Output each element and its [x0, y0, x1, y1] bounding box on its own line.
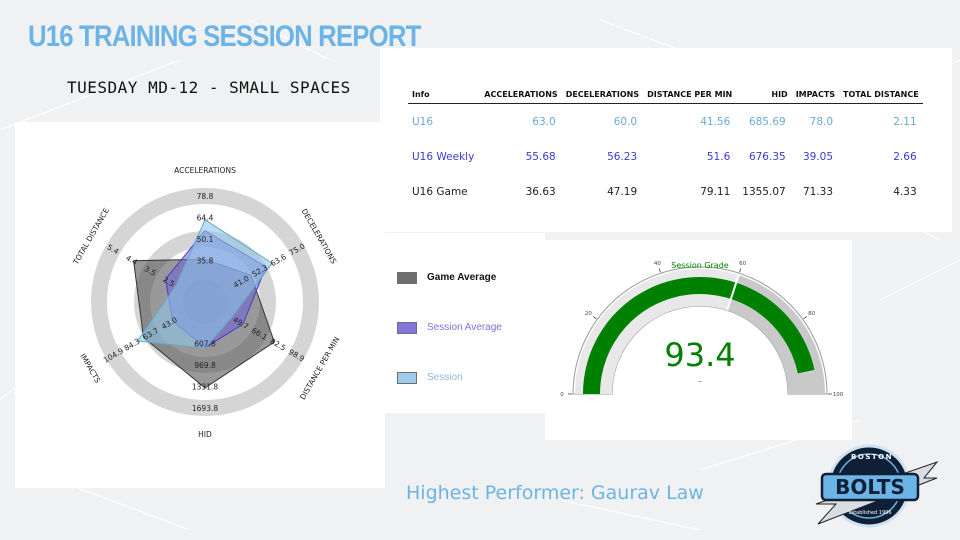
table-cell: 56.23: [607, 150, 638, 163]
gauge-delta-label: -: [698, 374, 702, 388]
table-cell: 41.56: [700, 115, 731, 128]
column-header-total-distance: TOTAL DISTANCE: [839, 90, 923, 104]
page-subtitle: TUESDAY MD-12 - SMALL SPACES: [67, 78, 351, 97]
column-header-decelerations: DECELERATIONS: [561, 90, 644, 104]
column-header-hid: HID: [736, 90, 792, 104]
radar-tick-label: 969.8: [194, 361, 216, 370]
table-cell: 71.33: [802, 185, 834, 198]
table-cell: 47.19: [607, 185, 638, 198]
gauge-tick: [739, 268, 742, 273]
column-header-accelerations: ACCELERATIONS: [480, 90, 562, 104]
table-row: U16 Game 36.63 47.19 79.11 1355.07 71.33 4.33: [408, 174, 923, 209]
radar-axis-label-accelerations: ACCELERATIONS: [174, 166, 236, 175]
table-cell: U16 Weekly: [412, 150, 475, 163]
table-cell: U16: [412, 115, 434, 128]
table-header-row: Info ACCELERATIONS DECELERATIONS DISTANCE P…: [408, 90, 923, 104]
gauge-tick-label: 0: [560, 392, 564, 398]
legend-label: Session Average: [427, 322, 502, 333]
gauge-title: Session Grade: [671, 261, 729, 270]
gauge-tick-label: 20: [585, 311, 592, 317]
legend-swatch: [397, 372, 417, 384]
legend-swatch: [397, 272, 417, 284]
gauge-tick-label: 80: [808, 311, 815, 317]
table-cell: 2.66: [893, 150, 917, 163]
gauge-tick: [592, 316, 597, 320]
legend-label: Game Average: [427, 272, 497, 283]
radar-tick-label: 35.8: [197, 257, 214, 266]
column-header-impacts: IMPACTS: [791, 90, 840, 104]
stats-table: Info ACCELERATIONS DECELERATIONS DISTANCE P…: [408, 90, 923, 209]
logo-bottom-text: Established 1996: [848, 510, 891, 516]
radar-tick-label: 1693.8: [192, 404, 218, 413]
legend-swatch: [397, 322, 417, 334]
table-cell: 60.0: [613, 115, 638, 128]
gauge-tick-label: 40: [654, 261, 661, 267]
radar-tick-label: 64.4: [197, 214, 214, 223]
radar-chart: 35.850.164.478.8ACCELERATIONS41.052.363.…: [71, 166, 342, 439]
gauge-tick-label: 60: [739, 261, 746, 267]
logo-top-text: BOSTON: [851, 453, 893, 461]
session-grade-gauge: 0 20 40 60 80 100 Session Grade 93.4-: [560, 261, 844, 398]
bolts-logo: BOLTS BOSTON Established 1996: [815, 444, 939, 528]
gauge-tick-label: 100: [833, 392, 844, 398]
table-cell: 676.35: [748, 150, 786, 163]
radar-tick-label: 607.8: [194, 340, 216, 349]
table-cell: 51.6: [706, 150, 731, 163]
column-header-distance-per-min: DISTANCE PER MIN: [643, 90, 737, 104]
table-cell: 4.33: [893, 185, 917, 198]
highest-performer-text: Highest Performer: Gaurav Law: [406, 482, 704, 504]
logo-main-text: BOLTS: [835, 475, 905, 499]
table-cell: 1355.07: [742, 185, 786, 198]
radar-tick-label: 1331.8: [192, 383, 218, 392]
page-title: U16 TRAINING SESSION REPORT: [28, 20, 421, 53]
table-row: U16 Weekly 55.68 56.23 51.6 676.35 39.05 2.66: [408, 139, 923, 174]
radar-axis-label-impacts: IMPACTS: [78, 352, 102, 385]
legend-label: Session: [427, 372, 463, 383]
gauge-tick: [803, 316, 808, 320]
column-header-info: Info: [408, 90, 481, 104]
table-cell: 685.69: [748, 115, 786, 128]
radar-tick-label: 78.8: [197, 192, 214, 201]
table-body: U16 63.0 60.0 41.56 685.69 78.0 2.11 U16 Weekly…: [408, 104, 923, 210]
table-cell: 79.11: [700, 185, 731, 198]
table-cell: 36.63: [525, 185, 556, 198]
table-cell: 2.11: [893, 115, 917, 128]
gauge-tick: [658, 268, 661, 273]
table-row: U16 63.0 60.0 41.56 685.69 78.0 2.11: [408, 104, 923, 140]
table-cell: 63.0: [532, 115, 556, 128]
table-cell: 55.68: [525, 150, 556, 163]
radar-axis-label-hid: HID: [198, 430, 212, 439]
table-cell: 39.05: [802, 150, 834, 163]
table-cell: U16 Game: [412, 185, 468, 198]
radar-tick-label: 50.1: [197, 235, 214, 244]
gauge-value-label: 93.4: [664, 336, 735, 374]
table-cell: 78.0: [809, 115, 834, 128]
